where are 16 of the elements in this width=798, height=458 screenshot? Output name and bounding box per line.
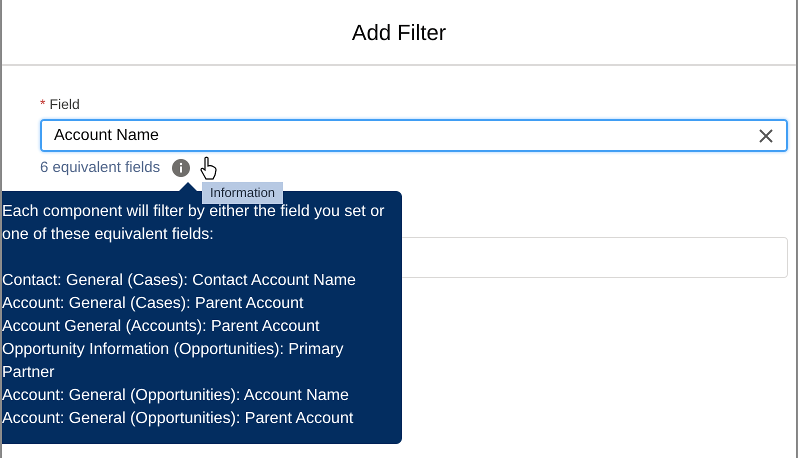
info-icon[interactable] xyxy=(172,159,190,178)
required-mark: * xyxy=(40,95,46,114)
popover-intro: Each component will filter by either the field you set or one of these equivalent fields: xyxy=(2,202,386,245)
field-input[interactable]: Account Name xyxy=(40,119,788,152)
dialog-title: Add Filter xyxy=(352,18,446,46)
equivalent-field-entry: Account General (Accounts): Parent Account xyxy=(2,317,320,337)
field-label: Field xyxy=(49,95,80,114)
equivalent-field-entry: Opportunity Information (Opportunities): Primary Partner xyxy=(2,340,344,383)
equivalent-field-entry: Account: General (Opportunities): Parent Account xyxy=(2,409,354,429)
equivalent-field-entry: Contact: General (Cases): Contact Account Name xyxy=(2,271,357,291)
equivalent-field-entry: Account: General (Opportunities): Account Name xyxy=(2,386,350,406)
information-tooltip: Information xyxy=(202,182,284,204)
equivalent-fields-link[interactable]: 6 equivalent fields xyxy=(40,157,160,180)
hand-cursor-icon xyxy=(200,156,218,180)
clear-icon[interactable] xyxy=(758,128,774,144)
equivalent-field-entry: Account: General (Cases): Parent Account xyxy=(2,294,304,314)
